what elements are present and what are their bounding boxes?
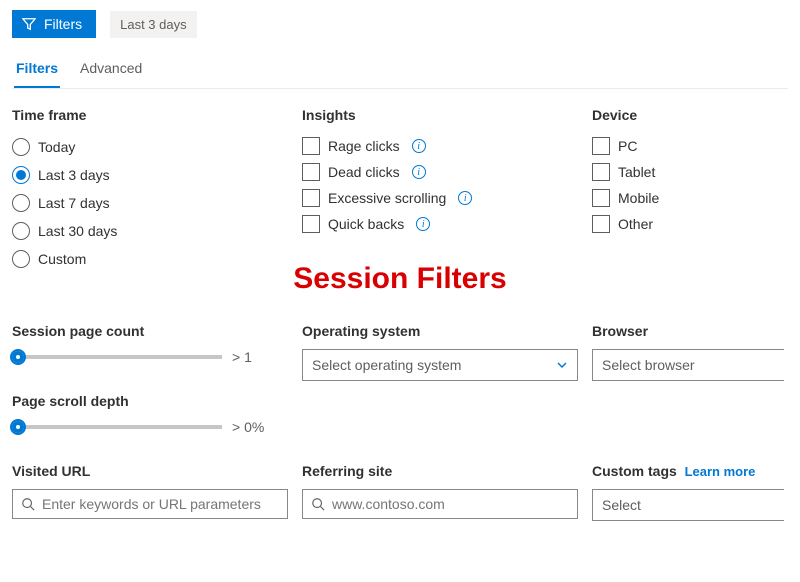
- browser-placeholder: Select browser: [602, 357, 695, 373]
- custom-tags-column: Custom tags Learn more Select: [592, 463, 788, 521]
- checkbox-icon: [592, 189, 610, 207]
- checkbox-icon: [302, 189, 320, 207]
- time-frame-label: Last 30 days: [38, 223, 117, 239]
- referring-site-input-wrap[interactable]: [302, 489, 578, 519]
- session-page-count-title: Session page count: [12, 323, 288, 339]
- chevron-down-icon: [556, 359, 568, 371]
- insights-option-excessive-scrolling[interactable]: Excessive scrolling i: [302, 185, 578, 211]
- referring-site-input[interactable]: [332, 496, 569, 512]
- radio-icon: [12, 250, 30, 268]
- filter-icon: [22, 17, 36, 31]
- browser-title: Browser: [592, 323, 784, 339]
- checkbox-icon: [592, 215, 610, 233]
- time-frame-title: Time frame: [12, 107, 288, 123]
- filter-summary-chip[interactable]: Last 3 days: [110, 11, 197, 38]
- custom-tags-title-text: Custom tags: [592, 463, 677, 479]
- radio-icon: [12, 222, 30, 240]
- device-group: Device PC Tablet Mobile Other: [592, 107, 788, 273]
- insights-label: Rage clicks: [328, 138, 400, 154]
- checkbox-icon: [302, 215, 320, 233]
- checkbox-icon: [302, 163, 320, 181]
- learn-more-link[interactable]: Learn more: [685, 464, 756, 479]
- checkbox-icon: [592, 137, 610, 155]
- device-option-other[interactable]: Other: [592, 211, 784, 237]
- device-option-pc[interactable]: PC: [592, 133, 784, 159]
- search-icon: [21, 497, 35, 511]
- tab-filters[interactable]: Filters: [14, 52, 60, 88]
- slider-thumb-icon[interactable]: [10, 419, 26, 435]
- custom-tags-placeholder: Select: [602, 497, 641, 513]
- time-frame-option-last-7-days[interactable]: Last 7 days: [12, 189, 288, 217]
- device-option-mobile[interactable]: Mobile: [592, 185, 784, 211]
- referring-site-column: Referring site: [302, 463, 582, 521]
- tab-bar: Filters Advanced: [12, 52, 788, 89]
- info-icon[interactable]: i: [412, 139, 426, 153]
- slider-column: Session page count > 1 Page scroll depth…: [12, 323, 292, 445]
- time-frame-option-today[interactable]: Today: [12, 133, 288, 161]
- time-frame-option-last-30-days[interactable]: Last 30 days: [12, 217, 288, 245]
- insights-option-quick-backs[interactable]: Quick backs i: [302, 211, 578, 237]
- radio-icon: [12, 166, 30, 184]
- device-label: Tablet: [618, 164, 655, 180]
- info-icon[interactable]: i: [416, 217, 430, 231]
- time-frame-label: Last 3 days: [38, 167, 110, 183]
- session-page-count-slider[interactable]: [12, 355, 222, 359]
- operating-system-select[interactable]: Select operating system: [302, 349, 578, 381]
- tab-advanced[interactable]: Advanced: [78, 52, 144, 88]
- checkbox-icon: [302, 137, 320, 155]
- device-label: Mobile: [618, 190, 659, 206]
- session-page-count-value: > 1: [232, 349, 252, 365]
- device-label: PC: [618, 138, 637, 154]
- operating-system-title: Operating system: [302, 323, 578, 339]
- page-scroll-depth-slider[interactable]: [12, 425, 222, 429]
- browser-column: Browser Select browser: [592, 323, 788, 445]
- insights-label: Excessive scrolling: [328, 190, 446, 206]
- time-frame-label: Last 7 days: [38, 195, 110, 211]
- info-icon[interactable]: i: [458, 191, 472, 205]
- referring-site-title: Referring site: [302, 463, 578, 479]
- filters-button-label: Filters: [44, 16, 82, 32]
- insights-option-rage-clicks[interactable]: Rage clicks i: [302, 133, 578, 159]
- insights-option-dead-clicks[interactable]: Dead clicks i: [302, 159, 578, 185]
- device-option-tablet[interactable]: Tablet: [592, 159, 784, 185]
- insights-title: Insights: [302, 107, 578, 123]
- time-frame-group: Time frame Today Last 3 days Last 7 days…: [12, 107, 292, 273]
- page-scroll-depth-title: Page scroll depth: [12, 393, 288, 409]
- visited-url-input-wrap[interactable]: [12, 489, 288, 519]
- operating-system-column: Operating system Select operating system: [302, 323, 582, 445]
- browser-select[interactable]: Select browser: [592, 349, 784, 381]
- checkbox-icon: [592, 163, 610, 181]
- slider-thumb-icon[interactable]: [10, 349, 26, 365]
- time-frame-option-custom[interactable]: Custom: [12, 245, 288, 273]
- info-icon[interactable]: i: [412, 165, 426, 179]
- custom-tags-title: Custom tags Learn more: [592, 463, 784, 479]
- device-title: Device: [592, 107, 784, 123]
- filters-button[interactable]: Filters: [12, 10, 96, 38]
- visited-url-input[interactable]: [42, 496, 279, 512]
- radio-icon: [12, 138, 30, 156]
- insights-group: Insights Rage clicks i Dead clicks i Exc…: [302, 107, 582, 273]
- radio-icon: [12, 194, 30, 212]
- custom-tags-select[interactable]: Select: [592, 489, 784, 521]
- time-frame-label: Today: [38, 139, 75, 155]
- insights-label: Dead clicks: [328, 164, 400, 180]
- insights-label: Quick backs: [328, 216, 404, 232]
- time-frame-option-last-3-days[interactable]: Last 3 days: [12, 161, 288, 189]
- visited-url-column: Visited URL: [12, 463, 292, 521]
- page-scroll-depth-value: > 0%: [232, 419, 264, 435]
- visited-url-title: Visited URL: [12, 463, 288, 479]
- device-label: Other: [618, 216, 653, 232]
- time-frame-label: Custom: [38, 251, 86, 267]
- search-icon: [311, 497, 325, 511]
- operating-system-placeholder: Select operating system: [312, 357, 461, 373]
